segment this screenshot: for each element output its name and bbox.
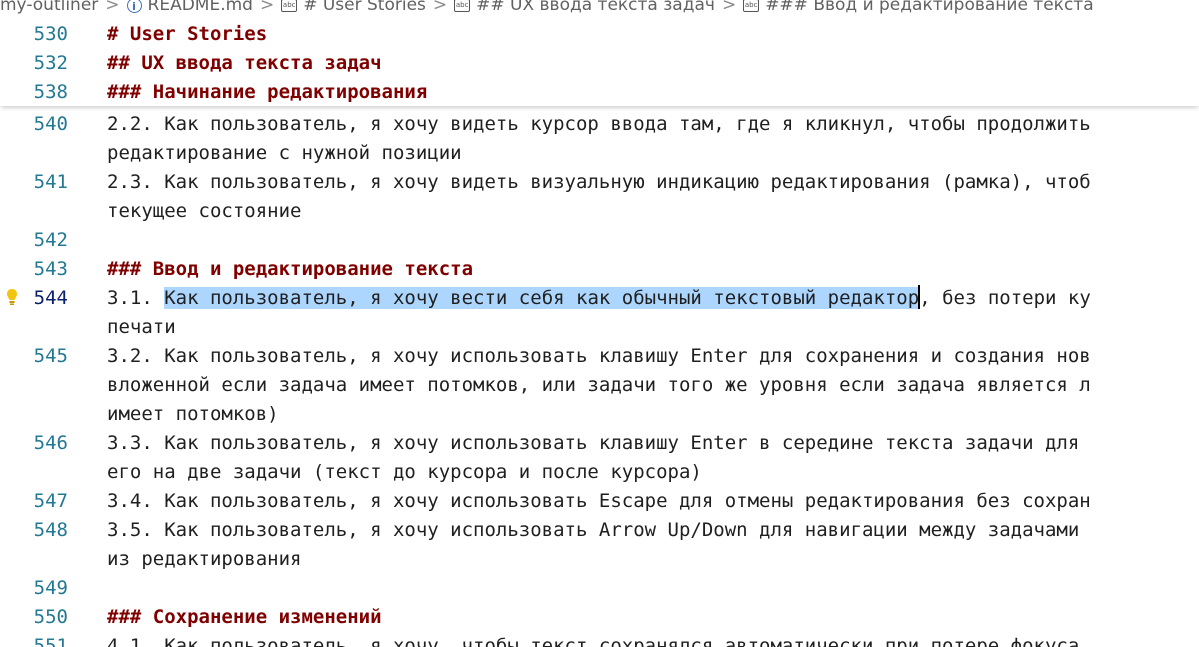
- line-number: 549: [33, 577, 68, 599]
- editor-line-wrap[interactable]: имеет потомков): [0, 400, 1199, 429]
- string-symbol-icon: abc: [743, 0, 760, 12]
- line-text: 4.1. Как пользователь, я хочу, чтобы тек…: [107, 635, 1080, 647]
- editor-line[interactable]: 540 2.2. Как пользователь, я хочу видеть…: [0, 110, 1199, 139]
- breadcrumb-separator: >: [432, 0, 448, 15]
- line-text: из редактирования: [107, 548, 302, 570]
- editor-line-wrap[interactable]: текущее состояние: [0, 197, 1199, 226]
- line-text: 2.3. Как пользователь, я хочу видеть виз…: [107, 171, 1091, 193]
- line-number: 544: [33, 287, 68, 309]
- line-number: 548: [33, 519, 68, 541]
- info-icon: i: [126, 0, 142, 13]
- breadcrumb-label: # User Stories: [303, 0, 426, 15]
- line-number: 545: [33, 345, 68, 367]
- breadcrumb-item-symbol[interactable]: abc # User Stories: [281, 0, 426, 15]
- text-selection[interactable]: Как пользователь, я хочу вести себя как …: [164, 287, 920, 309]
- breadcrumb-item-symbol[interactable]: abc ## UX ввода текста задач: [454, 0, 715, 15]
- editor-line-wrap[interactable]: его на две задачи (текст до курсора и по…: [0, 458, 1199, 487]
- breadcrumb-separator: >: [105, 0, 120, 15]
- breadcrumb-label: ## UX ввода текста задач: [476, 0, 715, 15]
- sticky-scroll-headers: 530 # User Stories 532 ## UX ввода текст…: [0, 19, 1199, 106]
- breadcrumb-item-symbol[interactable]: abc ### Ввод и редактирование текста: [743, 0, 1094, 15]
- line-text: вложенной если задача имеет потомков, ил…: [107, 374, 1091, 396]
- editor-line[interactable]: 545 3.2. Как пользователь, я хочу исполь…: [0, 342, 1199, 371]
- editor-line[interactable]: 542: [0, 226, 1199, 255]
- sticky-line[interactable]: 530 # User Stories: [0, 20, 1199, 49]
- editor-line-wrap[interactable]: печати: [0, 313, 1199, 342]
- line-number: 541: [33, 171, 68, 193]
- breadcrumb: my-outliner > i README.md > abc # User Sto…: [0, 0, 1199, 16]
- sticky-heading-text: # User Stories: [107, 23, 268, 45]
- line-number: 538: [33, 81, 68, 103]
- editor-line[interactable]: 543 ### Ввод и редактирование текста: [0, 255, 1199, 284]
- line-number: 542: [33, 229, 68, 251]
- editor-line[interactable]: 546 3.3. Как пользователь, я хочу исполь…: [0, 429, 1199, 458]
- string-symbol-icon: abc: [281, 0, 298, 12]
- breadcrumb-item-file[interactable]: i README.md: [126, 0, 253, 15]
- sticky-line[interactable]: 532 ## UX ввода текста задач: [0, 49, 1199, 78]
- line-number: 551: [33, 635, 68, 647]
- string-symbol-icon: abc: [454, 0, 471, 12]
- editor-line[interactable]: 547 3.4. Как пользователь, я хочу исполь…: [0, 487, 1199, 516]
- line-text-prefix: 3.1.: [107, 287, 165, 309]
- line-number: 540: [33, 113, 68, 135]
- line-number: 532: [33, 52, 68, 74]
- line-text: его на две задачи (текст до курсора и по…: [107, 461, 702, 483]
- sticky-heading-text: ### Начинание редактирования: [107, 81, 428, 103]
- editor-line-wrap[interactable]: из редактирования: [0, 545, 1199, 574]
- breadcrumb-label: ### Ввод и редактирование текста: [765, 0, 1094, 15]
- editor-line-wrap[interactable]: редактирование с нужной позиции: [0, 139, 1199, 168]
- sticky-heading-text: ## UX ввода текста задач: [107, 52, 382, 74]
- heading-text: ### Ввод и редактирование текста: [107, 258, 474, 280]
- editor-line[interactable]: 550 ### Сохранение изменений: [0, 603, 1199, 632]
- breadcrumb-item-folder[interactable]: my-outliner: [0, 0, 98, 15]
- breadcrumb-separator: >: [721, 0, 737, 15]
- breadcrumb-label: my-outliner: [0, 0, 99, 15]
- line-text: редактирование с нужной позиции: [107, 142, 462, 164]
- editor-line[interactable]: 551 4.1. Как пользователь, я хочу, чтобы…: [0, 632, 1199, 647]
- editor-content[interactable]: 540 2.2. Как пользователь, я хочу видеть…: [0, 106, 1199, 647]
- line-number: 546: [33, 432, 68, 454]
- line-number: 530: [33, 23, 68, 45]
- breadcrumb-separator: >: [259, 0, 275, 15]
- editor-line[interactable]: 548 3.5. Как пользователь, я хочу исполь…: [0, 516, 1199, 545]
- sticky-line[interactable]: 538 ### Начинание редактирования: [0, 78, 1199, 107]
- line-text: 3.5. Как пользователь, я хочу использова…: [107, 519, 1080, 541]
- line-text: 3.4. Как пользователь, я хочу использова…: [107, 490, 1091, 512]
- heading-text: ### Сохранение изменений: [107, 606, 382, 628]
- line-number: 547: [33, 490, 68, 512]
- line-number: 543: [33, 258, 68, 280]
- editor-line-active[interactable]: 544 3.1. Как пользователь, я хочу вести …: [0, 284, 1199, 313]
- line-text: 3.3. Как пользователь, я хочу использова…: [107, 432, 1080, 454]
- line-text: текущее состояние: [107, 200, 302, 222]
- breadcrumb-label: README.md: [147, 0, 253, 15]
- line-text: 2.2. Как пользователь, я хочу видеть кур…: [107, 113, 1091, 135]
- line-text-suffix: , без потери ку: [919, 287, 1091, 309]
- line-text: 3.1. Как пользователь, я хочу вести себя…: [107, 284, 1091, 313]
- editor-line[interactable]: 549: [0, 574, 1199, 603]
- editor-line-wrap[interactable]: вложенной если задача имеет потомков, ил…: [0, 371, 1199, 400]
- line-text: имеет потомков): [107, 403, 279, 425]
- editor-line[interactable]: 541 2.3. Как пользователь, я хочу видеть…: [0, 168, 1199, 197]
- line-number: 550: [33, 606, 68, 628]
- line-text: 3.2. Как пользователь, я хочу использова…: [107, 345, 1091, 367]
- line-text: печати: [107, 316, 176, 338]
